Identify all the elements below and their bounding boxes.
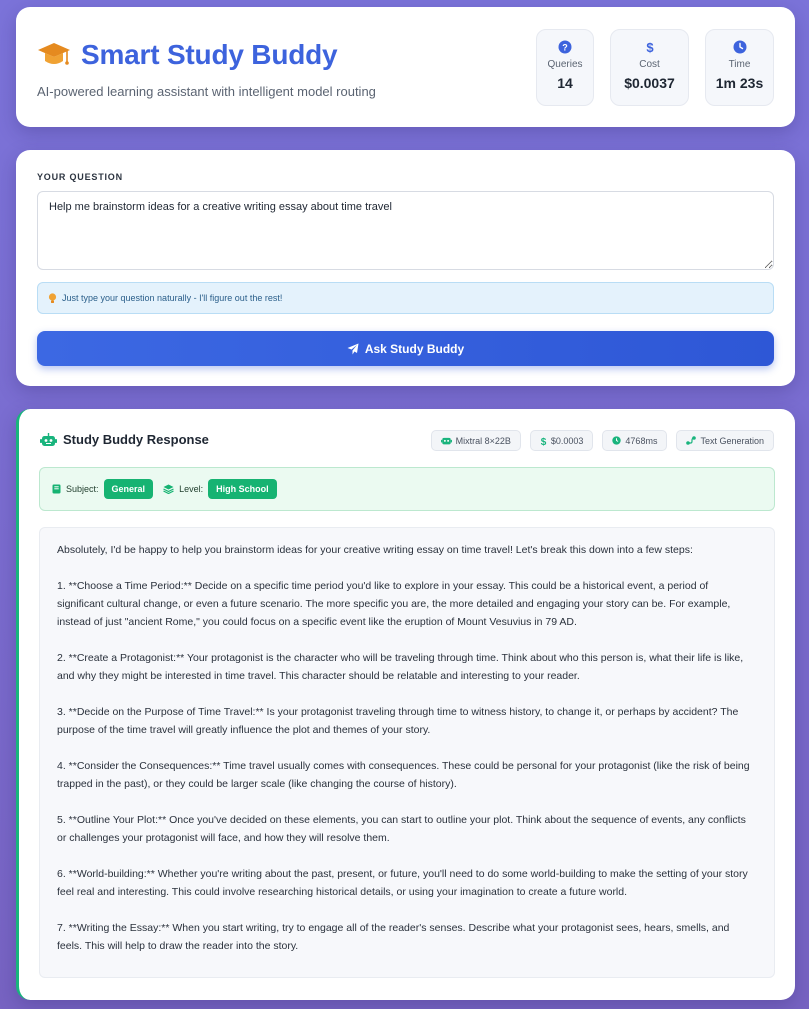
- stat-value: $0.0037: [624, 75, 675, 91]
- response-paragraph: 7. **Writing the Essay:** When you start…: [57, 922, 730, 952]
- title-row: Smart Study Buddy: [37, 39, 338, 71]
- robot-icon: [440, 437, 452, 445]
- level-label: Level:: [179, 484, 204, 494]
- response-header: Study Buddy Response: [40, 432, 209, 447]
- response-paragraph: 2. **Create a Protagonist:** Your protag…: [57, 652, 744, 682]
- stat-value: 14: [557, 75, 573, 91]
- classification-bar: Subject: General Level: High School: [39, 467, 775, 511]
- stat-value: 1m 23s: [715, 75, 764, 91]
- level-badge: High School: [208, 479, 277, 499]
- layers-icon: [163, 484, 174, 494]
- stat-cost: $ Cost $0.0037: [610, 29, 689, 106]
- robot-icon: [40, 432, 57, 446]
- lightbulb-icon: [48, 292, 57, 303]
- model-chip-label: Mixtral 8×22B: [455, 435, 511, 446]
- clock-icon: [733, 40, 746, 54]
- stat-label: Time: [728, 59, 751, 70]
- response-paragraph: 4. **Consider the Consequences:** Time t…: [57, 760, 750, 790]
- response-card: Study Buddy Response Mixtral 8×22B $ $0.…: [16, 409, 795, 1000]
- time-chip-label: 4768ms: [625, 435, 658, 446]
- task-chip-label: Text Generation: [700, 435, 764, 446]
- stat-time: Time 1m 23s: [705, 29, 774, 106]
- hint-text: Just type your question naturally - I'll…: [62, 293, 283, 303]
- route-icon: [686, 436, 697, 445]
- app-subtitle: AI-powered learning assistant with intel…: [37, 84, 376, 99]
- response-paragraph: 1. **Choose a Time Period:** Decide on a…: [57, 580, 731, 628]
- response-paragraph: 6. **World-building:** Whether you're wr…: [57, 868, 748, 898]
- subject-label: Subject:: [66, 484, 99, 494]
- stat-label: Cost: [639, 59, 660, 70]
- book-icon: [52, 484, 61, 494]
- graduation-cap-icon: [38, 43, 70, 65]
- question-card: YOUR QUESTION Help me brainstorm ideas f…: [16, 150, 795, 386]
- question-circle-icon: ?: [558, 40, 572, 54]
- ask-study-buddy-button[interactable]: Ask Study Buddy: [37, 331, 774, 366]
- cost-chip: $ $0.0003: [529, 430, 594, 451]
- stat-label: Queries: [547, 59, 583, 70]
- task-chip: Text Generation: [676, 430, 774, 451]
- response-paragraph: Absolutely, I'd be happy to help you bra…: [57, 544, 693, 556]
- dollar-icon: $: [541, 437, 547, 446]
- cost-chip-label: $0.0003: [550, 435, 584, 446]
- model-chip: Mixtral 8×22B: [430, 430, 521, 451]
- response-paragraph: 3. **Decide on the Purpose of Time Trave…: [57, 706, 739, 736]
- response-title: Study Buddy Response: [63, 432, 209, 447]
- header-card: Smart Study Buddy AI-powered learning as…: [16, 7, 795, 127]
- ask-button-label: Ask Study Buddy: [364, 341, 465, 356]
- question-label: YOUR QUESTION: [37, 172, 123, 182]
- question-input[interactable]: Help me brainstorm ideas for a creative …: [37, 191, 774, 270]
- response-paragraph: 5. **Outline Your Plot:** Once you've de…: [57, 814, 746, 844]
- svg-text:?: ?: [562, 43, 568, 53]
- response-meta-chips: Mixtral 8×22B $ $0.0003 4768ms Text Gene…: [430, 430, 774, 451]
- hint-box: Just type your question naturally - I'll…: [37, 282, 774, 314]
- stat-queries: ? Queries 14: [536, 29, 594, 106]
- dollar-icon: $: [646, 40, 654, 54]
- subject-badge: General: [103, 479, 154, 499]
- paper-plane-icon: [347, 343, 359, 354]
- time-chip: 4768ms: [602, 430, 668, 451]
- clock-icon: [612, 436, 622, 445]
- response-body: Absolutely, I'd be happy to help you bra…: [39, 527, 775, 978]
- svg-text:$: $: [541, 437, 547, 446]
- svg-text:$: $: [646, 40, 654, 54]
- app-title: Smart Study Buddy: [81, 39, 338, 70]
